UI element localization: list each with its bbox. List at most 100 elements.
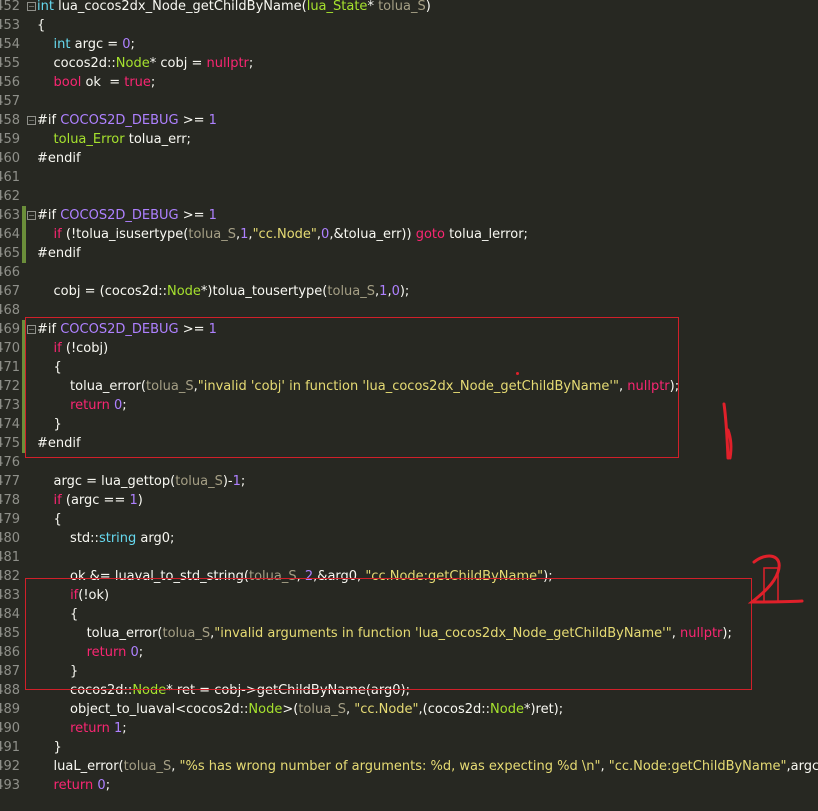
line-number: 481 — [0, 550, 20, 565]
code-line[interactable]: 492 luaL_error(tolua_S, "%s has wrong nu… — [0, 757, 818, 776]
code-token: luaL_error( — [37, 759, 124, 774]
code-editor[interactable]: 452−int lua_cocos2dx_Node_getChildByName… — [0, 0, 818, 795]
code-token: bool — [53, 75, 82, 90]
code-token: "cc.Node" — [252, 227, 317, 242]
code-token: tolua_S — [298, 702, 346, 717]
code-token: COCOS2D_DEBUG — [60, 208, 179, 223]
code-line[interactable]: 467 cobj = (cocos2d::Node*)tolua_tousert… — [0, 282, 818, 301]
code-line[interactable]: 468 — [0, 301, 818, 320]
code-line[interactable]: 465 #endif — [0, 244, 818, 263]
code-line[interactable]: 474 } — [0, 415, 818, 434]
code-token: tolua_S — [162, 626, 211, 641]
code-token: COCOS2D_DEBUG — [60, 322, 179, 337]
code-token: lua_State — [306, 0, 368, 14]
code-line[interactable]: 452−int lua_cocos2dx_Node_getChildByName… — [0, 0, 818, 16]
code-line[interactable]: 457 — [0, 92, 818, 111]
code-line[interactable]: 472 tolua_error(tolua_S,"invalid 'cobj' … — [0, 377, 818, 396]
code-line[interactable]: 462 — [0, 187, 818, 206]
code-token: #endif — [37, 436, 81, 451]
code-token: tolua_S — [249, 569, 297, 584]
fold-toggle-icon[interactable]: − — [27, 211, 36, 220]
line-number: 457 — [0, 94, 20, 109]
code-token: Node — [490, 702, 524, 717]
code-line[interactable]: 491 } — [0, 738, 818, 757]
code-line[interactable]: 464 if (!tolua_isusertype(tolua_S,1,"cc.… — [0, 225, 818, 244]
code-text: #if COCOS2D_DEBUG >= 1 — [37, 111, 217, 130]
code-line[interactable]: 454 int argc = 0; — [0, 35, 818, 54]
git-change-marker — [22, 339, 26, 358]
code-line[interactable]: 490 return 1; — [0, 719, 818, 738]
code-line[interactable]: 461 — [0, 168, 818, 187]
code-token: Node — [132, 683, 167, 698]
code-token: ,argc, — [786, 759, 818, 774]
code-line[interactable]: 480 std::string arg0; — [0, 529, 818, 548]
code-token: lua_cocos2dx_Node_getChildByName( — [53, 0, 307, 14]
code-token: * cobj = — [149, 56, 207, 71]
line-number: 452 — [0, 0, 20, 14]
code-token: ok &= luaval_to_std_string( — [37, 569, 249, 584]
git-change-marker — [22, 434, 26, 453]
code-line[interactable]: 489 object_to_luaval<cocos2d::Node>(tolu… — [0, 700, 818, 719]
code-line[interactable]: 476 — [0, 453, 818, 472]
code-token: #if — [37, 113, 61, 128]
line-number: 462 — [0, 189, 20, 204]
code-text: if (!cobj) — [37, 339, 109, 358]
code-token: 1 — [113, 721, 123, 736]
code-line[interactable]: 455 cocos2d::Node* cobj = nullptr; — [0, 54, 818, 73]
annotation-dot — [516, 372, 519, 375]
code-line[interactable]: 458−#if COCOS2D_DEBUG >= 1 — [0, 111, 818, 130]
code-text: if(!ok) — [37, 586, 109, 605]
code-line[interactable]: 485 tolua_error(tolua_S,"invalid argumen… — [0, 624, 818, 643]
code-line[interactable]: 460 #endif — [0, 149, 818, 168]
code-line[interactable]: 493 return 0; — [0, 776, 818, 795]
line-number: 488 — [0, 683, 20, 698]
code-line[interactable]: 484 { — [0, 605, 818, 624]
code-line[interactable]: 486 return 0; — [0, 643, 818, 662]
line-number: 460 — [0, 151, 20, 166]
code-token: , — [171, 759, 180, 774]
line-number: 471 — [0, 360, 20, 375]
code-line[interactable]: 475 #endif — [0, 434, 818, 453]
code-text: object_to_luaval<cocos2d::Node>(tolua_S,… — [37, 700, 563, 719]
code-line[interactable]: 473 return 0; — [0, 396, 818, 415]
git-change-marker — [22, 244, 26, 263]
code-line[interactable]: 481 — [0, 548, 818, 567]
code-text: { — [37, 358, 62, 377]
line-number: 493 — [0, 778, 20, 793]
code-line[interactable]: 483 if(!ok) — [0, 586, 818, 605]
code-token: argc = lua_gettop( — [37, 474, 176, 489]
code-line[interactable]: 456 bool ok = true; — [0, 73, 818, 92]
code-text: { — [37, 605, 78, 624]
code-line[interactable]: 459 tolua_Error tolua_err; — [0, 130, 818, 149]
code-token: >= — [178, 208, 209, 223]
code-token: (!cobj) — [61, 341, 109, 356]
code-line[interactable]: 487 } — [0, 662, 818, 681]
code-line[interactable]: 470 if (!cobj) — [0, 339, 818, 358]
code-text: tolua_Error tolua_err; — [37, 130, 191, 149]
code-text: return 1; — [37, 719, 127, 738]
fold-toggle-icon[interactable]: − — [27, 325, 36, 334]
fold-toggle-icon[interactable]: − — [27, 2, 36, 11]
code-text: cobj = (cocos2d::Node*)tolua_tousertype(… — [37, 282, 410, 301]
code-token: cobj = (cocos2d:: — [37, 284, 167, 299]
code-line[interactable]: 479 { — [0, 510, 818, 529]
code-token: tolua_error( — [37, 379, 146, 394]
code-token: { — [37, 360, 62, 375]
code-line[interactable]: 482 ok &= luaval_to_std_string(tolua_S, … — [0, 567, 818, 586]
code-token: tolua_S — [378, 0, 426, 14]
code-token: ,(cocos2d:: — [418, 702, 491, 717]
code-line[interactable]: 488 cocos2d::Node* ret = cobj->getChildB… — [0, 681, 818, 700]
fold-toggle-icon[interactable]: − — [27, 116, 36, 125]
code-line[interactable]: 469−#if COCOS2D_DEBUG >= 1 — [0, 320, 818, 339]
code-line[interactable]: 466 — [0, 263, 818, 282]
code-line[interactable]: 463−#if COCOS2D_DEBUG >= 1 — [0, 206, 818, 225]
code-line[interactable]: 478 if (argc == 1) — [0, 491, 818, 510]
code-line[interactable]: 477 argc = lua_gettop(tolua_S)-1; — [0, 472, 818, 491]
code-line[interactable]: 471 { — [0, 358, 818, 377]
code-text: argc = lua_gettop(tolua_S)-1; — [37, 472, 246, 491]
code-line[interactable]: 453 { — [0, 16, 818, 35]
code-token: "invalid 'cobj' in function 'lua_cocos2d… — [197, 379, 619, 394]
code-token: ); — [399, 284, 410, 299]
